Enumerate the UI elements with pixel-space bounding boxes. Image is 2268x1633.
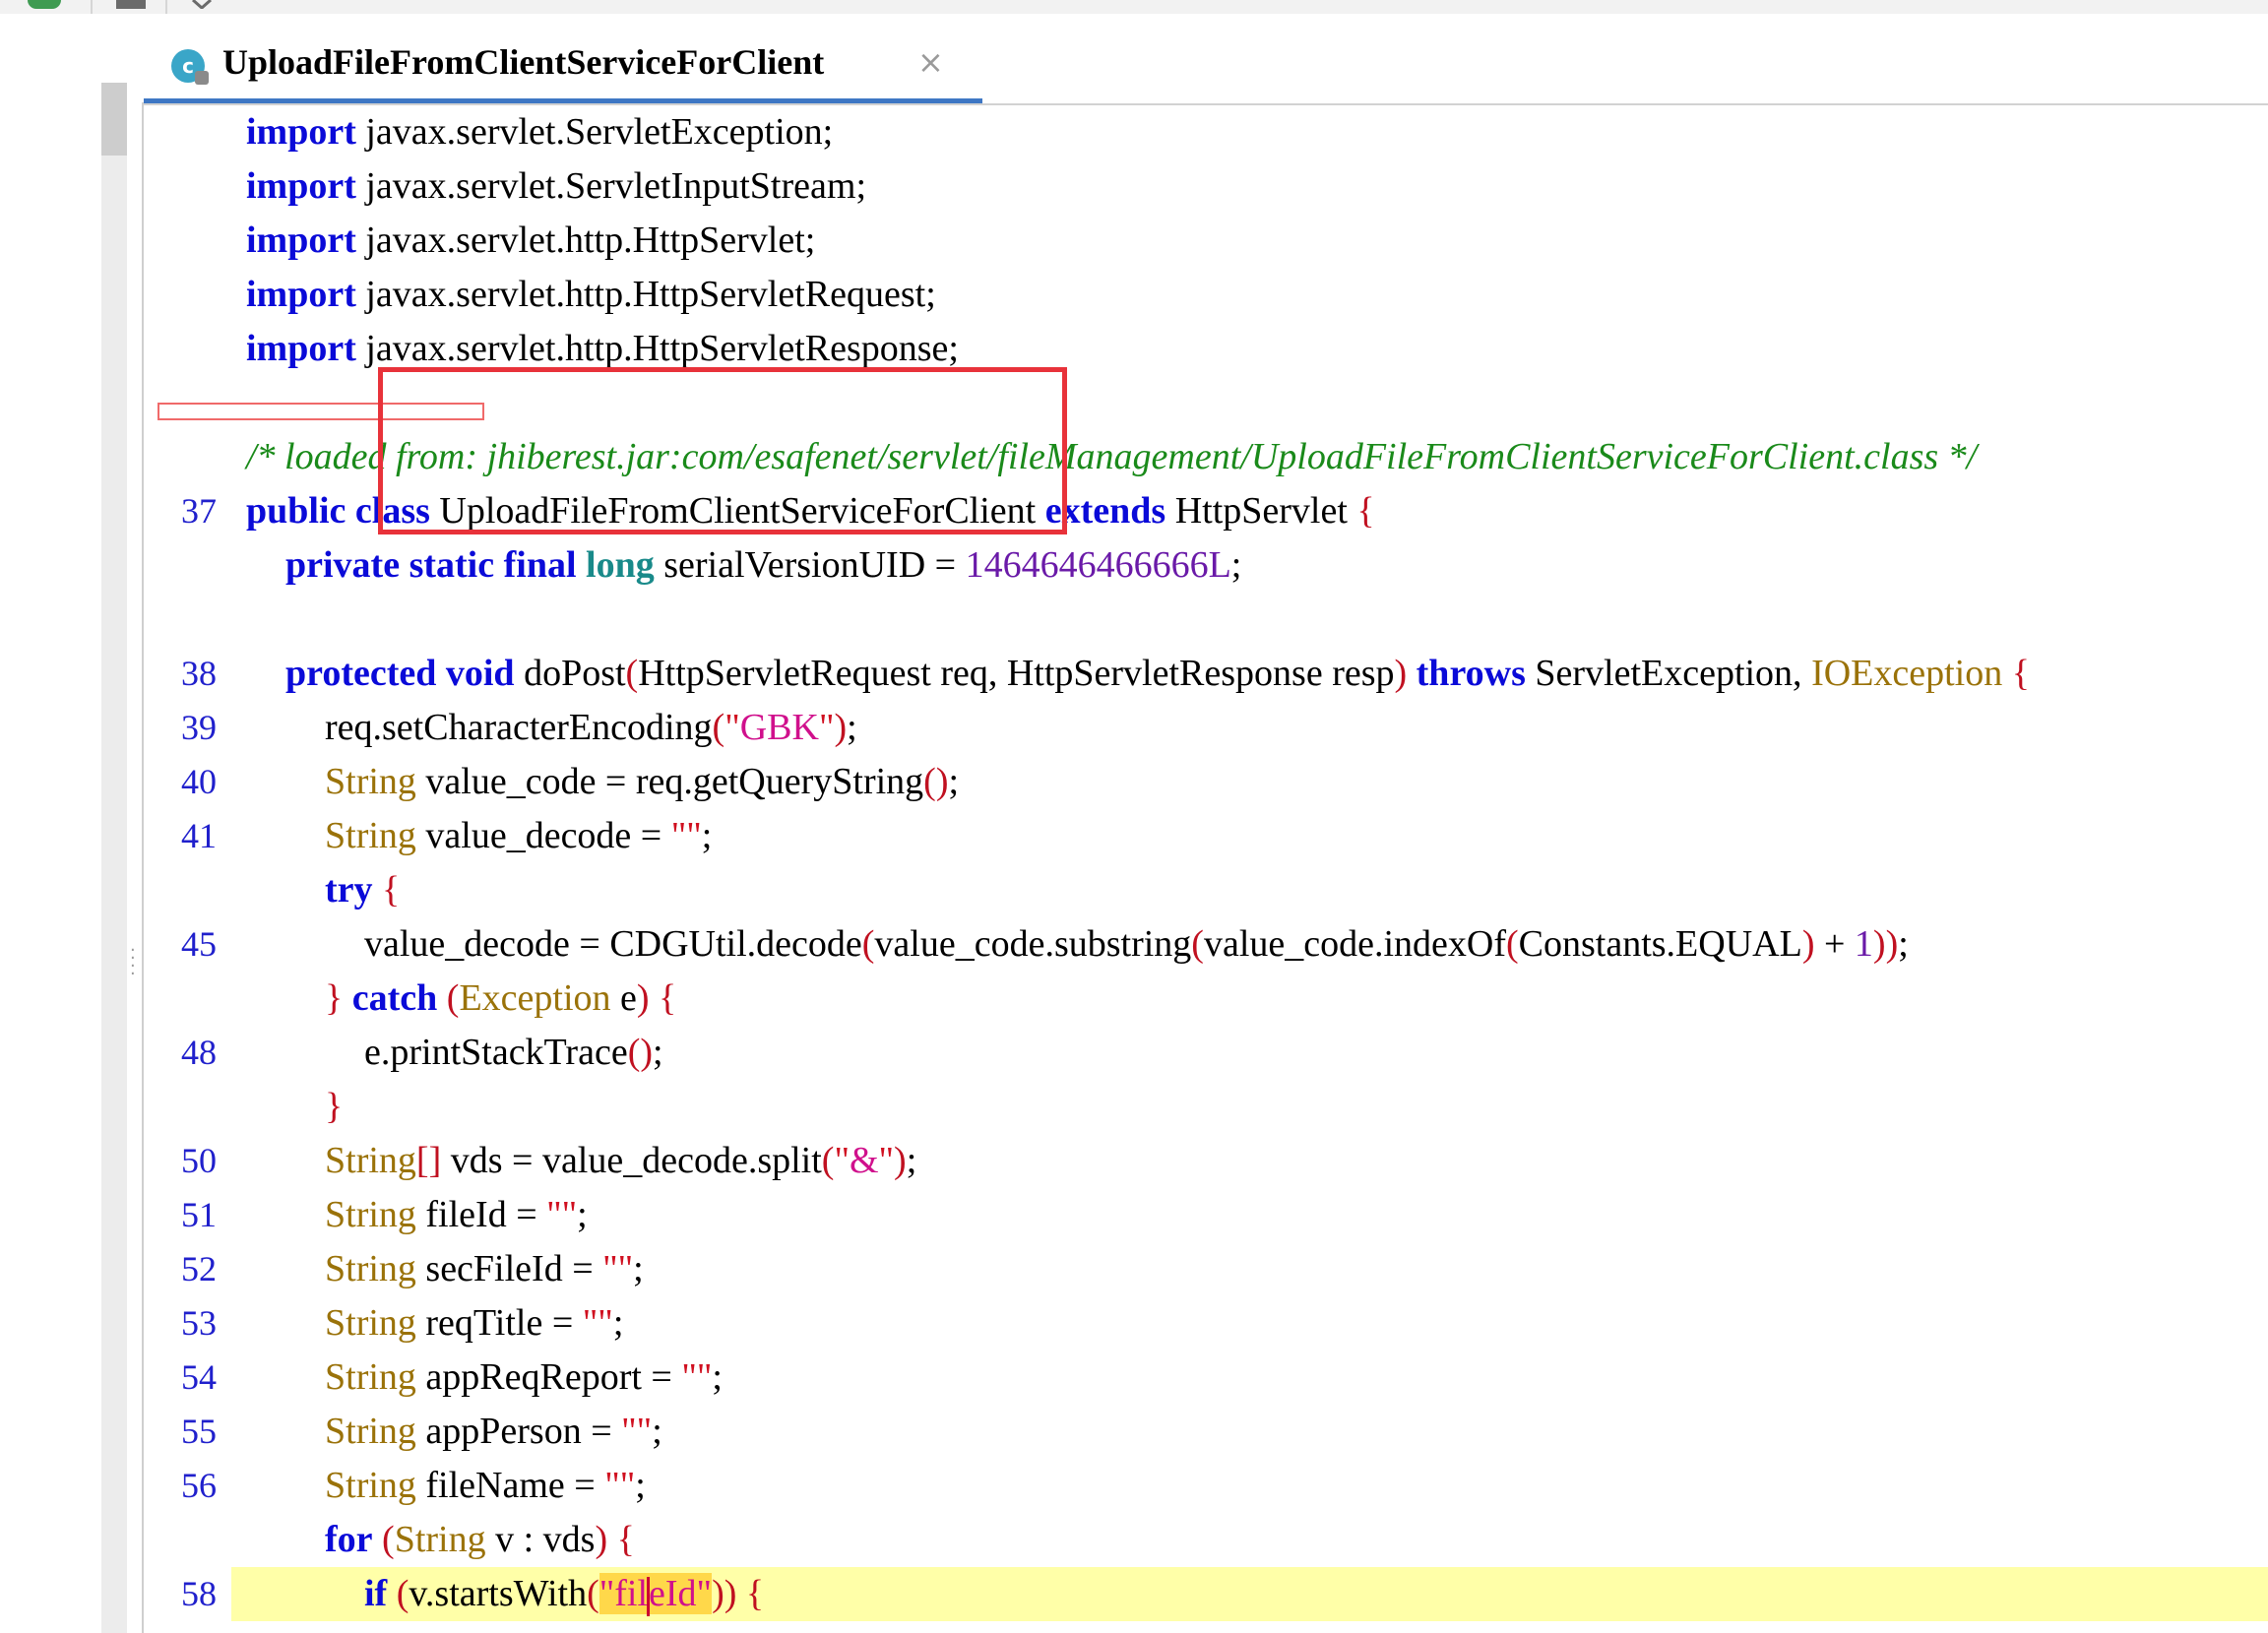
line-number: 53 <box>181 1303 217 1343</box>
line-number: 37 <box>181 491 217 531</box>
code-line[interactable] <box>144 593 2268 647</box>
code-line[interactable]: 56 String fileName = ""; <box>144 1459 2268 1513</box>
code-editor[interactable]: import javax.servlet.ServletException; im… <box>144 105 2268 1633</box>
code-text: e.printStackTrace(); <box>364 1032 663 1073</box>
code-text: String fileName = ""; <box>325 1465 646 1506</box>
code-line[interactable]: import javax.servlet.http.HttpServlet; <box>144 214 2268 268</box>
panel-scrollbar[interactable] <box>101 83 127 1633</box>
code-text: } <box>325 1086 344 1127</box>
code-text: String secFileId = ""; <box>325 1248 644 1289</box>
code-text: String appReqReport = ""; <box>325 1356 723 1398</box>
code-line[interactable]: 48 e.printStackTrace(); <box>144 1026 2268 1080</box>
code-text: try { <box>325 869 401 911</box>
code-text: String value_code = req.getQueryString()… <box>325 761 960 802</box>
code-text: protected void doPost(HttpServletRequest… <box>285 653 2030 694</box>
code-text: import javax.servlet.ServletException; <box>246 111 834 153</box>
code-text: if (v.startsWith("fileId")) { <box>364 1567 764 1621</box>
code-text: String[] vds = value_decode.split("&"); <box>325 1140 917 1181</box>
code-line[interactable]: 52 String secFileId = ""; <box>144 1242 2268 1296</box>
code-line[interactable]: 51 String fileId = ""; <box>144 1188 2268 1242</box>
code-line[interactable]: import javax.servlet.ServletInputStream; <box>144 159 2268 214</box>
toolbar-separator <box>165 0 167 14</box>
code-text: String reqTitle = ""; <box>325 1302 624 1344</box>
line-number: 56 <box>181 1466 217 1505</box>
code-line[interactable]: for (String v : vds) { <box>144 1513 2268 1567</box>
toolbar-separator <box>91 0 93 14</box>
panel-scrollbar-thumb[interactable] <box>101 83 127 156</box>
code-text: private static final long serialVersionU… <box>285 544 1242 586</box>
code-line[interactable]: 58 if (v.startsWith("fileId")) { <box>144 1567 2268 1621</box>
run-icon[interactable] <box>28 0 61 9</box>
code-line[interactable]: try { <box>144 863 2268 917</box>
code-text: for (String v : vds) { <box>325 1519 635 1560</box>
line-number: 55 <box>181 1412 217 1451</box>
code-text: import javax.servlet.ServletInputStream; <box>246 165 866 207</box>
text-caret <box>647 1577 651 1617</box>
code-line[interactable]: 38 protected void doPost(HttpServletReque… <box>144 647 2268 701</box>
line-number: 50 <box>181 1141 217 1180</box>
close-icon[interactable]: × <box>917 43 944 81</box>
line-number: 51 <box>181 1195 217 1234</box>
code-text: String appPerson = ""; <box>325 1411 662 1452</box>
code-text: String value_decode = ""; <box>325 815 713 856</box>
code-text: req.setCharacterEncoding("GBK"); <box>325 707 857 748</box>
line-number: 52 <box>181 1249 217 1288</box>
line-number: 39 <box>181 708 217 747</box>
code-text: String fileId = ""; <box>325 1194 588 1235</box>
code-line[interactable]: 54 String appReqReport = ""; <box>144 1350 2268 1405</box>
line-number: 45 <box>181 924 217 964</box>
line-number: 40 <box>181 762 217 801</box>
code-text: import javax.servlet.http.HttpServlet; <box>246 220 816 261</box>
code-line[interactable]: import javax.servlet.ServletException; <box>144 105 2268 159</box>
code-text: value_decode = CDGUtil.decode(value_code… <box>364 923 1909 965</box>
code-line[interactable]: } <box>144 1080 2268 1134</box>
editor-tab[interactable]: c UploadFileFromClientServiceForClient × <box>144 33 982 104</box>
code-text: } catch (Exception e) { <box>325 977 677 1019</box>
line-number: 48 <box>181 1033 217 1072</box>
code-line[interactable]: private static final long serialVersionU… <box>144 538 2268 593</box>
line-number: 38 <box>181 654 217 693</box>
line-number: 41 <box>181 816 217 855</box>
tab-title: UploadFileFromClientServiceForClient <box>222 42 825 82</box>
stop-icon[interactable] <box>116 0 146 9</box>
toolbar <box>0 0 2268 14</box>
line-number: 58 <box>181 1574 217 1613</box>
code-line[interactable]: 50 String[] vds = value_decode.split("&")… <box>144 1134 2268 1188</box>
code-line[interactable]: } catch (Exception e) { <box>144 972 2268 1026</box>
code-line[interactable]: 41 String value_decode = ""; <box>144 809 2268 863</box>
code-line[interactable]: 40 String value_code = req.getQueryString… <box>144 755 2268 809</box>
build-icon[interactable] <box>191 0 213 9</box>
code-line[interactable]: 55 String appPerson = ""; <box>144 1405 2268 1459</box>
annotation-box <box>378 367 1067 534</box>
drag-handle-icon[interactable]: · · · · <box>130 942 138 983</box>
code-line[interactable]: 45 value_decode = CDGUtil.decode(value_co… <box>144 917 2268 972</box>
code-line[interactable]: 39 req.setCharacterEncoding("GBK"); <box>144 701 2268 755</box>
line-number: 54 <box>181 1357 217 1397</box>
code-line[interactable]: import javax.servlet.http.HttpServletReq… <box>144 268 2268 322</box>
code-line[interactable]: 53 String reqTitle = ""; <box>144 1296 2268 1350</box>
class-badge-icon <box>195 71 209 85</box>
project-panel-edge <box>0 14 101 1633</box>
code-text: import javax.servlet.http.HttpServletReq… <box>246 274 936 315</box>
